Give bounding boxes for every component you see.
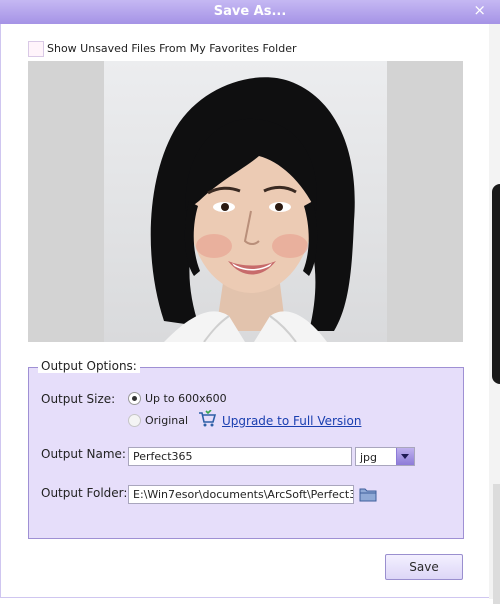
- cart-icon: [199, 410, 216, 427]
- close-icon[interactable]: ×: [473, 1, 486, 19]
- size-radio-original[interactable]: [128, 414, 141, 427]
- output-folder-label: Output Folder:: [41, 486, 128, 500]
- portrait-illustration: [150, 77, 355, 342]
- favorites-checkbox-label: Show Unsaved Files From My Favorites Fol…: [47, 42, 297, 55]
- title-bar: Save As... ×: [0, 0, 500, 24]
- output-folder-input[interactable]: E:\Win7esor\documents\ArcSoft\Perfect365…: [128, 485, 354, 504]
- output-size-label: Output Size:: [41, 392, 116, 406]
- image-preview: [28, 61, 463, 342]
- background-panel-edge: [493, 484, 500, 604]
- format-select[interactable]: jpg: [355, 447, 415, 466]
- output-name-label: Output Name:: [41, 447, 126, 461]
- upgrade-link[interactable]: Upgrade to Full Version: [222, 414, 361, 428]
- size-radio-up-to-600[interactable]: [128, 392, 141, 405]
- size-radio-original-label: Original: [145, 414, 189, 427]
- background-window-edge: [489, 24, 500, 604]
- folder-icon[interactable]: [359, 486, 377, 502]
- window-title: Save As...: [213, 4, 287, 19]
- output-options-legend: Output Options:: [38, 359, 140, 373]
- background-image-edge: [492, 184, 500, 384]
- portrait-photo: [104, 61, 387, 342]
- format-select-value: jpg: [360, 451, 378, 464]
- favorites-checkbox[interactable]: [28, 41, 44, 57]
- size-radio-up-to-600-label: Up to 600x600: [145, 392, 227, 405]
- output-name-input[interactable]: Perfect365: [128, 447, 352, 466]
- save-button[interactable]: Save: [385, 554, 463, 580]
- dropdown-arrow-icon[interactable]: [396, 448, 414, 465]
